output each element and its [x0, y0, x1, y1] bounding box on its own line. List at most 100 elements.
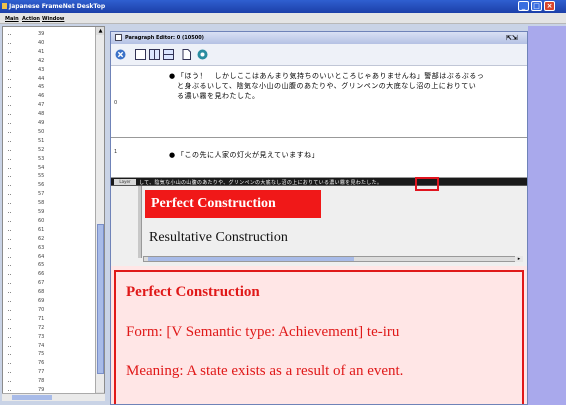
frame-list-gutter: [138, 186, 142, 258]
sentence-list-item[interactable]: 54: [5, 165, 89, 172]
editor-toolbar: [111, 44, 527, 66]
sentence-list-item[interactable]: 73: [5, 334, 89, 341]
sentence-list-item[interactable]: 69: [5, 298, 89, 305]
sentence-list-item[interactable]: 62: [5, 236, 89, 243]
sentence-list-item[interactable]: 43: [5, 67, 89, 74]
tree-connector: [8, 69, 11, 71]
close-circle-icon[interactable]: [115, 49, 126, 60]
sentence-strip: Layer して、陰気な小山の山腹のあたりや、グリンペンの大底なし沼の上におりて…: [111, 177, 527, 191]
sentence-list-label: 64: [38, 253, 45, 260]
sentence-list-item[interactable]: 45: [5, 84, 89, 91]
sentence-line: る濃い霧を見わたした。: [177, 92, 260, 100]
sentence-list-item[interactable]: 47: [5, 102, 89, 109]
sentence-list-item[interactable]: 63: [5, 245, 89, 252]
tree-connector: [8, 140, 11, 142]
sentence-list-item[interactable]: 65: [5, 262, 89, 269]
tree-connector: [8, 158, 11, 160]
sentence-list-label: 43: [38, 66, 45, 73]
sentence-list-item[interactable]: 56: [5, 182, 89, 189]
sentence-list-item[interactable]: 41: [5, 49, 89, 56]
frame-list-scroll-thumb[interactable]: [148, 257, 354, 261]
sentence-list-label: 50: [38, 128, 45, 135]
sentence-list-item[interactable]: 58: [5, 200, 89, 207]
frame-item-resultative-construction[interactable]: Resultative Construction: [149, 230, 288, 246]
tree-connector: [8, 309, 11, 311]
tree-connector: [8, 51, 11, 53]
sentence-list-item[interactable]: 39: [5, 31, 89, 38]
sentence-list-item[interactable]: 46: [5, 93, 89, 100]
sentence-list-item[interactable]: 50: [5, 129, 89, 136]
sentence-list-item[interactable]: 40: [5, 40, 89, 47]
frame-item-perfect-construction[interactable]: Perfect Construction: [145, 190, 321, 218]
tree-connector: [8, 78, 11, 80]
paragraph-row[interactable]: 0 ● 「ほう！ しかしここはあんまり気持ちのいいところじゃありませんね」警部は…: [111, 66, 527, 138]
sentence-list-label: 68: [38, 289, 45, 296]
sentence-list-item[interactable]: 57: [5, 191, 89, 198]
sentence-list-item[interactable]: 71: [5, 316, 89, 323]
sentence-list-item[interactable]: 49: [5, 120, 89, 127]
sentence-list-item[interactable]: 66: [5, 271, 89, 278]
tree-connector: [8, 274, 11, 276]
minimize-button[interactable]: _: [518, 1, 529, 11]
grid-view-icon[interactable]: [163, 49, 174, 60]
sentence-list-label: 77: [38, 369, 45, 376]
sentence-list-item[interactable]: 51: [5, 138, 89, 145]
document-icon[interactable]: [181, 49, 192, 60]
paragraph-row[interactable]: 1 ● 「この先に人家の灯火が見えていますね」: [111, 138, 527, 178]
tree-connector: [8, 105, 11, 107]
menu-main[interactable]: Main: [5, 16, 19, 22]
menu-window[interactable]: Window: [42, 16, 64, 22]
sentence-list-item[interactable]: 70: [5, 307, 89, 314]
scroll-up-arrow-icon[interactable]: ▲: [96, 27, 104, 35]
sentence-list-label: 62: [38, 235, 45, 242]
sentence-list-item[interactable]: 61: [5, 227, 89, 234]
sentence-list-item[interactable]: 52: [5, 147, 89, 154]
menu-action[interactable]: Action: [22, 16, 40, 22]
close-button[interactable]: ×: [544, 1, 555, 11]
sentence-list-label: 67: [38, 280, 45, 287]
tree-connector: [8, 292, 11, 294]
sentence-list-label: 46: [38, 93, 45, 100]
sentence-list-label: 56: [38, 182, 45, 189]
sidebar-hscroll-thumb[interactable]: [12, 395, 52, 400]
tree-connector: [8, 301, 11, 302]
sentence-list-item[interactable]: 42: [5, 58, 89, 65]
sidebar-vertical-scrollbar[interactable]: ▲ ▼: [95, 27, 104, 400]
sentence-list-item[interactable]: 67: [5, 280, 89, 287]
sentence-list-item[interactable]: 59: [5, 209, 89, 216]
info-icon[interactable]: [197, 49, 208, 60]
sentence-list-item[interactable]: 48: [5, 111, 89, 118]
sidebar-scroll-thumb[interactable]: [97, 224, 104, 374]
sentence-list-item[interactable]: 44: [5, 76, 89, 83]
frame-list-scrollbar[interactable]: [143, 256, 523, 262]
selected-target-highlight[interactable]: [415, 177, 439, 191]
tree-connector: [8, 42, 11, 44]
sentence-list-item[interactable]: 75: [5, 351, 89, 358]
sentence-list-item[interactable]: 68: [5, 289, 89, 296]
tree-connector: [8, 229, 11, 231]
annotation-panel: Layer して、陰気な小山の山腹のあたりや、グリンペンの大底なし沼の上におりて…: [111, 177, 527, 266]
sentence-list-item[interactable]: 74: [5, 343, 89, 350]
sentence-list-item[interactable]: 76: [5, 360, 89, 367]
maximize-button[interactable]: □: [531, 1, 542, 11]
sentence-list-label: 44: [38, 75, 45, 82]
tree-connector: [8, 176, 11, 178]
sentence-list-item[interactable]: 60: [5, 218, 89, 225]
sentence-list-item[interactable]: 72: [5, 325, 89, 332]
sentence-list-item[interactable]: 53: [5, 156, 89, 163]
layer-label[interactable]: Layer: [114, 179, 136, 185]
single-view-icon[interactable]: [135, 49, 146, 60]
editor-restore-icon[interactable]: ⇱⇲: [506, 34, 518, 42]
split-view-icon[interactable]: [149, 49, 160, 60]
scroll-right-arrow-icon[interactable]: ▸: [515, 256, 523, 262]
sentence-list-item[interactable]: 64: [5, 254, 89, 261]
sentence-list-label: 72: [38, 324, 45, 331]
sentence-list-item[interactable]: 77: [5, 369, 89, 376]
tree-connector: [8, 390, 11, 391]
sentence-list-label: 71: [38, 315, 45, 322]
sentence-list-item[interactable]: 78: [5, 378, 89, 385]
sentence-strip-text[interactable]: して、陰気な小山の山腹のあたりや、グリンペンの大底なし沼の上におりている濃い霧を…: [139, 179, 382, 186]
sidebar-horizontal-scrollbar[interactable]: [2, 393, 105, 401]
sentence-list-item[interactable]: 55: [5, 173, 89, 180]
definition-meaning: Meaning: A state exists as a result of a…: [126, 363, 404, 379]
